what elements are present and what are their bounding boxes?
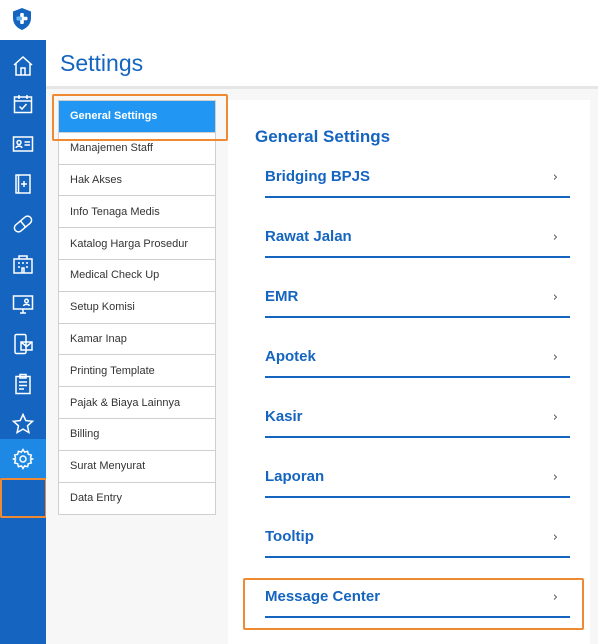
setting-row-rawat-jalan[interactable]: Rawat Jalan › [265,218,570,258]
setting-label: Laporan [265,468,325,485]
setting-label: Kasir [265,408,303,425]
submenu-item-pajak-biaya-lainnya[interactable]: Pajak & Biaya Lainnya [59,387,215,419]
submenu-item-surat-menyurat[interactable]: Surat Menyurat [59,451,215,483]
submenu-item-data-entry[interactable]: Data Entry [59,483,215,515]
settings-highlight-box [0,478,47,518]
setting-row-apotek[interactable]: Apotek › [265,338,570,378]
setting-label: Bridging BPJS [265,168,371,185]
rail-item-records[interactable] [0,164,46,204]
rail-item-reports[interactable] [0,364,46,404]
app-logo-icon[interactable] [11,7,33,31]
panel-title: General Settings [255,127,391,146]
star-icon [11,412,35,434]
home-icon [13,55,33,76]
setting-label: Message Center [265,588,381,605]
chevron-right-icon: › [552,350,558,365]
submenu-item-info-tenaga-medis[interactable]: Info Tenaga Medis [59,196,215,229]
chevron-right-icon: › [552,470,558,485]
rail-item-appointments[interactable] [0,84,46,124]
submenu-item-setup-komisi[interactable]: Setup Komisi [59,292,215,324]
submenu-item-billing[interactable]: Billing [59,419,215,451]
mobile-mail-icon [14,333,33,355]
page-title: Settings [60,50,144,76]
rail-item-pharmacy[interactable] [0,204,46,244]
setting-label: EMR [265,288,299,305]
setting-label: Rawat Jalan [265,228,352,245]
top-bar [0,0,598,40]
medical-book-icon [15,174,31,194]
chevron-right-icon: › [552,410,558,425]
setting-row-tooltip[interactable]: Tooltip › [265,518,570,558]
gear-icon [11,448,35,470]
setting-row-bridging-bpjs[interactable]: Bridging BPJS › [265,158,570,198]
monitor-user-icon [12,295,34,314]
chevron-right-icon: › [552,530,558,545]
submenu-item-general-settings[interactable]: General Settings [59,101,215,133]
settings-submenu: General Settings Manajemen Staff Hak Aks… [58,100,216,516]
setting-label: Apotek [265,348,316,365]
pill-icon [13,215,33,233]
clipboard-icon [15,373,31,395]
setting-label: Tooltip [265,528,314,545]
setting-row-message-center[interactable]: Message Center › [265,578,570,618]
submenu-item-hak-akses[interactable]: Hak Akses [59,165,215,197]
submenu-item-kamar-inap[interactable]: Kamar Inap [59,324,215,356]
rail-item-favorites[interactable] [0,404,46,444]
rail-item-messages[interactable] [0,324,46,364]
setting-row-emr[interactable]: EMR › [265,278,570,318]
chevron-right-icon: › [552,230,558,245]
chevron-right-icon: › [552,590,558,605]
submenu-item-katalog-harga-prosedur[interactable]: Katalog Harga Prosedur [59,228,215,260]
rail-item-telemedicine[interactable] [0,284,46,324]
setting-row-laporan[interactable]: Laporan › [265,458,570,498]
id-card-icon [12,136,34,152]
rail-item-settings[interactable] [0,439,46,479]
rail-item-home[interactable] [0,46,46,86]
sidebar-rail [0,40,47,644]
rail-item-facility[interactable] [0,244,46,284]
chevron-right-icon: › [552,170,558,185]
submenu-item-medical-check-up[interactable]: Medical Check Up [59,260,215,292]
rail-item-patients[interactable] [0,124,46,164]
submenu-item-printing-template[interactable]: Printing Template [59,355,215,388]
building-icon [13,255,33,274]
submenu-item-manajemen-staff[interactable]: Manajemen Staff [59,133,215,165]
chevron-right-icon: › [552,290,558,305]
calendar-check-icon [13,95,33,114]
setting-row-kasir[interactable]: Kasir › [265,398,570,438]
